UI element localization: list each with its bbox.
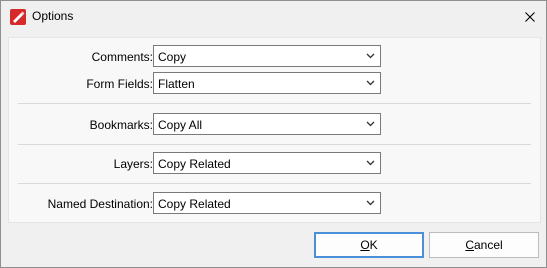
named-destination-select[interactable]: Copy Related — [153, 192, 381, 214]
separator — [18, 144, 531, 145]
ok-button-label: OK — [360, 238, 378, 252]
chevron-down-icon — [366, 53, 375, 59]
comments-value: Copy — [158, 50, 187, 64]
form-fields-label: Form Fields: — [86, 77, 153, 91]
dialog-title: Options — [32, 9, 74, 23]
close-button[interactable] — [514, 1, 546, 32]
named-destination-row: Named Destination: Copy Related — [9, 192, 540, 216]
close-icon — [525, 11, 535, 22]
chevron-down-icon — [366, 200, 375, 206]
form-fields-select[interactable]: Flatten — [153, 72, 381, 94]
chevron-down-icon — [366, 121, 375, 127]
bookmarks-select[interactable]: Copy All — [153, 113, 381, 135]
ok-button[interactable]: OK — [314, 232, 424, 258]
title-bar[interactable]: Options — [1, 1, 546, 32]
layers-row: Layers: Copy Related — [9, 152, 540, 176]
separator — [18, 183, 531, 184]
form-fields-value: Flatten — [158, 77, 195, 91]
bookmarks-value: Copy All — [158, 118, 203, 132]
cancel-button-label: Cancel — [465, 238, 503, 252]
named-destination-value: Copy Related — [158, 197, 231, 211]
pdf-editor-app-icon — [10, 9, 26, 25]
options-panel: Comments: Copy Form Fields: Flatten Book… — [8, 37, 541, 223]
options-dialog: Options Comments: Copy Form Fields: Flat… — [0, 0, 547, 268]
comments-row: Comments: Copy — [9, 45, 540, 69]
named-destination-label: Named Destination: — [47, 197, 153, 211]
comments-label: Comments: — [91, 50, 153, 64]
separator — [18, 103, 531, 104]
layers-select[interactable]: Copy Related — [153, 152, 381, 174]
bookmarks-row: Bookmarks: Copy All — [9, 113, 540, 137]
cancel-button[interactable]: Cancel — [429, 232, 539, 258]
comments-select[interactable]: Copy — [153, 45, 381, 67]
layers-label: Layers: — [113, 157, 153, 171]
chevron-down-icon — [366, 160, 375, 166]
layers-value: Copy Related — [158, 157, 231, 171]
bookmarks-label: Bookmarks: — [89, 118, 153, 132]
chevron-down-icon — [366, 80, 375, 86]
form-fields-row: Form Fields: Flatten — [9, 72, 540, 96]
